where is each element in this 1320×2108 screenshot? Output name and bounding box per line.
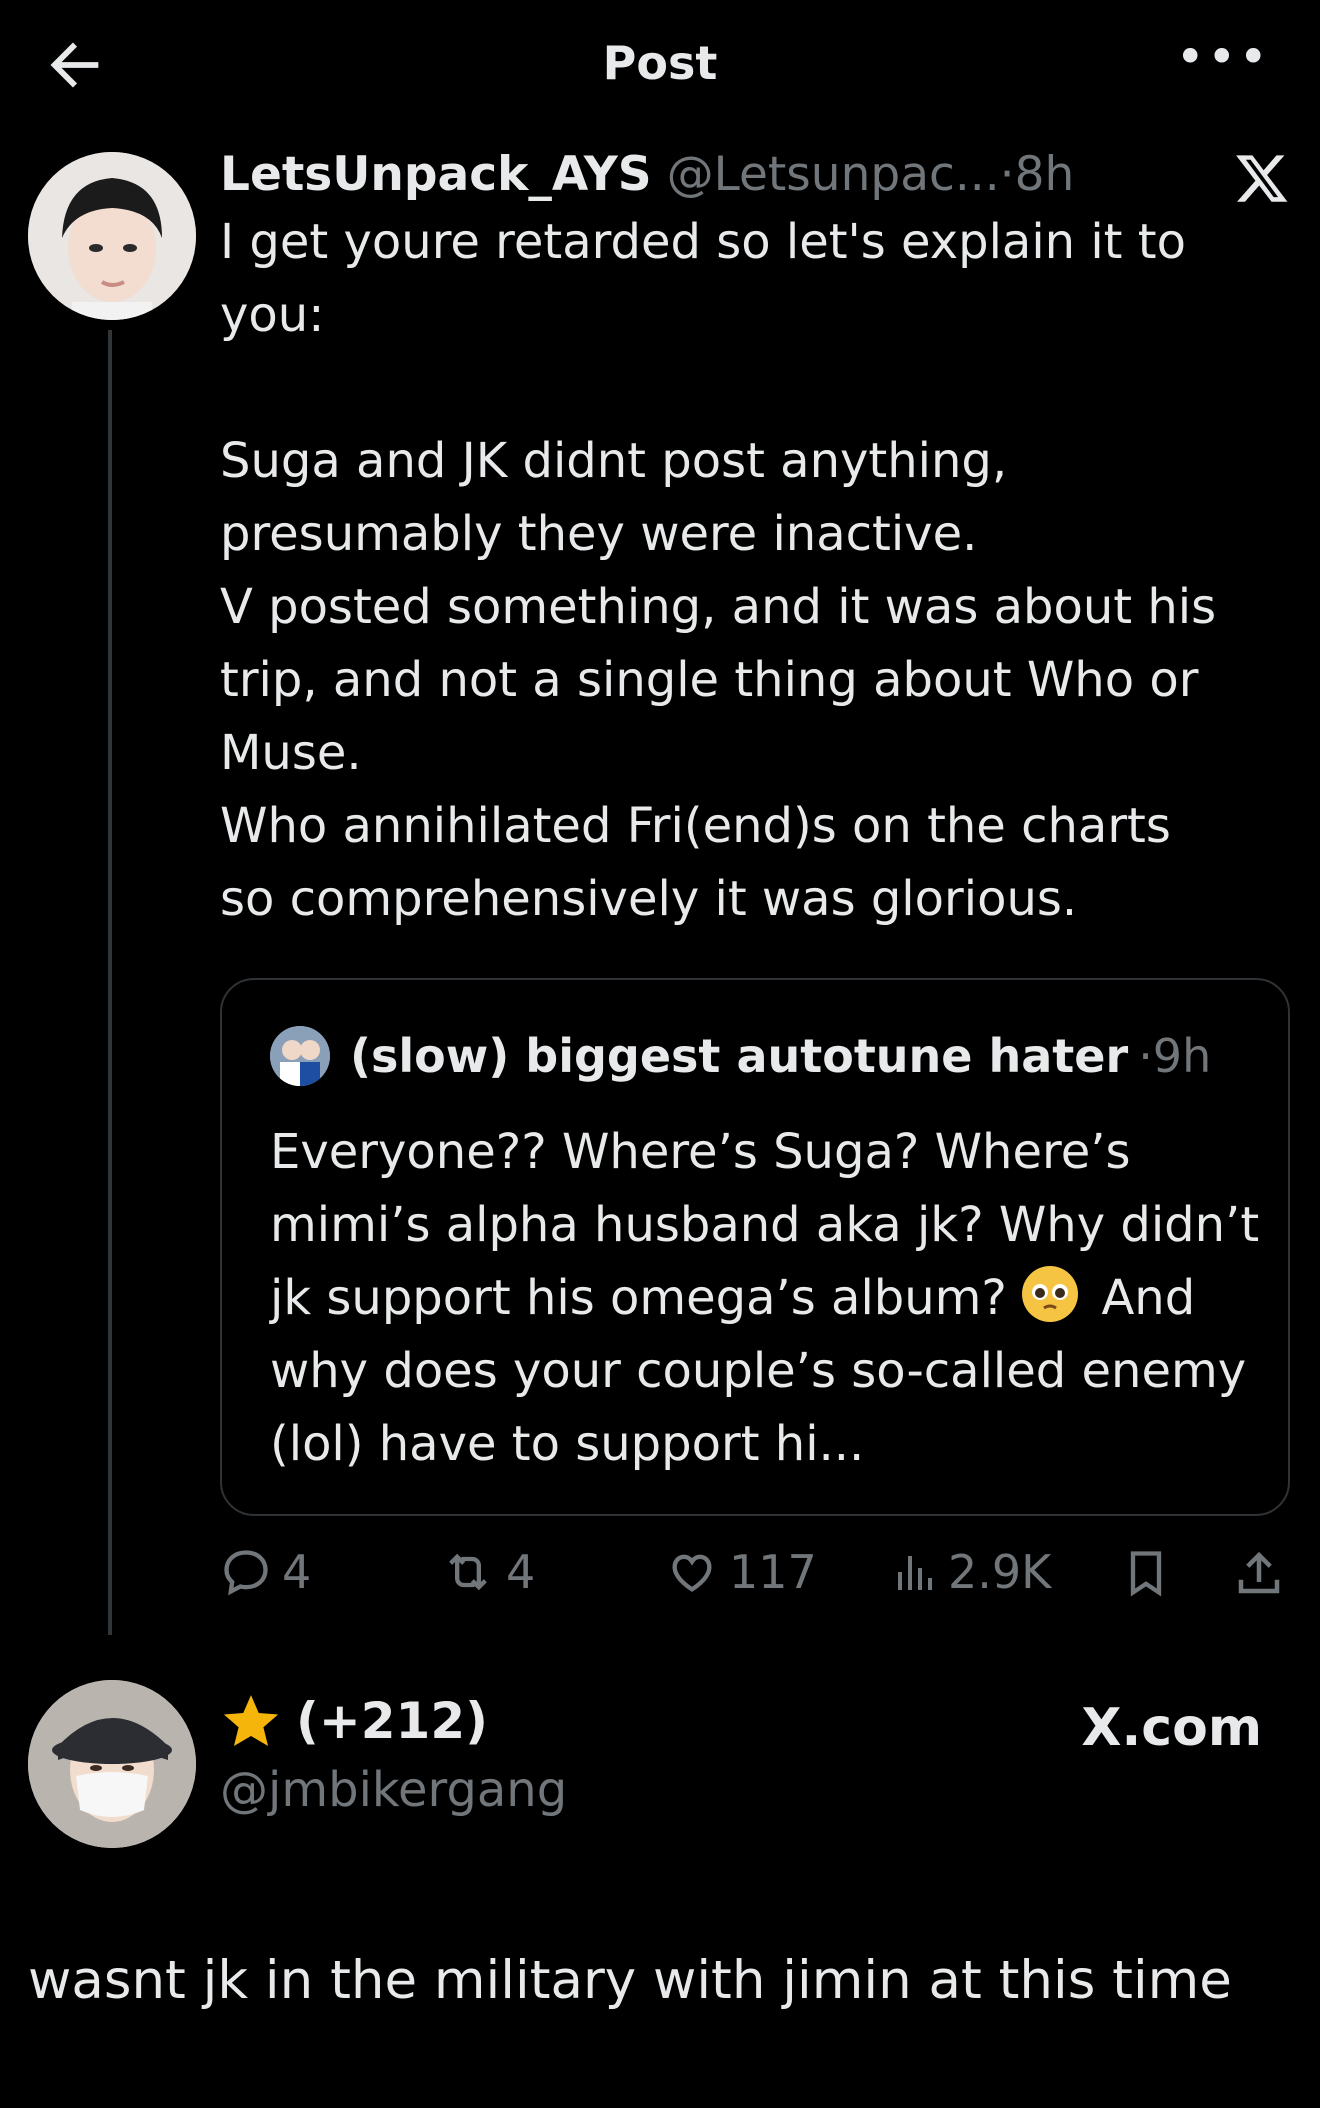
- repost-count: 4: [506, 1545, 536, 1599]
- handle[interactable]: @Letsunpac...: [667, 147, 1000, 202]
- star-icon: [223, 1695, 279, 1747]
- reply-name-text: (+212): [296, 1692, 488, 1750]
- quoted-tweet-text: Everyone?? Where’s Suga? Where’s mimi’s …: [270, 1116, 1270, 1481]
- reply-count: 4: [282, 1545, 312, 1599]
- quoted-tweet[interactable]: (slow) biggest autotune hater ·9h Everyon…: [220, 978, 1290, 1516]
- pleading-face-emoji: [1022, 1266, 1079, 1322]
- page-title: Post: [602, 36, 718, 90]
- reply-display-name[interactable]: (+212): [220, 1690, 488, 1752]
- avatar[interactable]: [28, 152, 196, 320]
- reply-avatar[interactable]: [28, 1680, 196, 1848]
- more-icon[interactable]: •••: [1176, 28, 1270, 86]
- bookmark-button[interactable]: [1120, 1545, 1182, 1601]
- like-icon: [672, 1554, 712, 1592]
- top-bar: Post •••: [0, 0, 1320, 130]
- reply-text: wasnt jk in the military with jimin at t…: [28, 1950, 1232, 2011]
- like-button[interactable]: 117: [665, 1545, 817, 1599]
- tweet[interactable]: LetsUnpack_AYS @Letsunpac...·8h I get yo…: [220, 140, 1300, 936]
- repost-button[interactable]: 4: [440, 1545, 535, 1599]
- like-count: 117: [729, 1545, 817, 1599]
- bookmark-icon: [1130, 1551, 1162, 1597]
- source-label: X.com: [1081, 1698, 1262, 1758]
- views-icon: [898, 1556, 932, 1590]
- action-bar: 4 4 117 2.9K: [220, 1545, 1300, 1615]
- views-button[interactable]: 2.9K: [890, 1545, 1051, 1599]
- reply-icon: [224, 1550, 268, 1596]
- share-icon: [1238, 1551, 1280, 1594]
- timestamp[interactable]: ·8h: [1000, 147, 1075, 202]
- thread-line: [108, 330, 112, 1635]
- quoted-display-name[interactable]: (slow) biggest autotune hater: [350, 1029, 1128, 1083]
- display-name[interactable]: LetsUnpack_AYS: [220, 147, 652, 202]
- tweet-text: I get youre retarded so let's explain it…: [220, 214, 1217, 927]
- quoted-tweet-meta: (slow) biggest autotune hater ·9h: [270, 1026, 1211, 1086]
- share-button[interactable]: [1232, 1545, 1296, 1601]
- views-count: 2.9K: [948, 1545, 1052, 1599]
- reply-button[interactable]: 4: [220, 1545, 311, 1599]
- quoted-avatar: [270, 1026, 330, 1086]
- reply-handle[interactable]: @jmbikergang: [220, 1762, 567, 1818]
- tweet-meta: LetsUnpack_AYS @Letsunpac...·8h: [220, 140, 1300, 210]
- quoted-timestamp: ·9h: [1138, 1029, 1212, 1083]
- repost-icon: [449, 1553, 487, 1591]
